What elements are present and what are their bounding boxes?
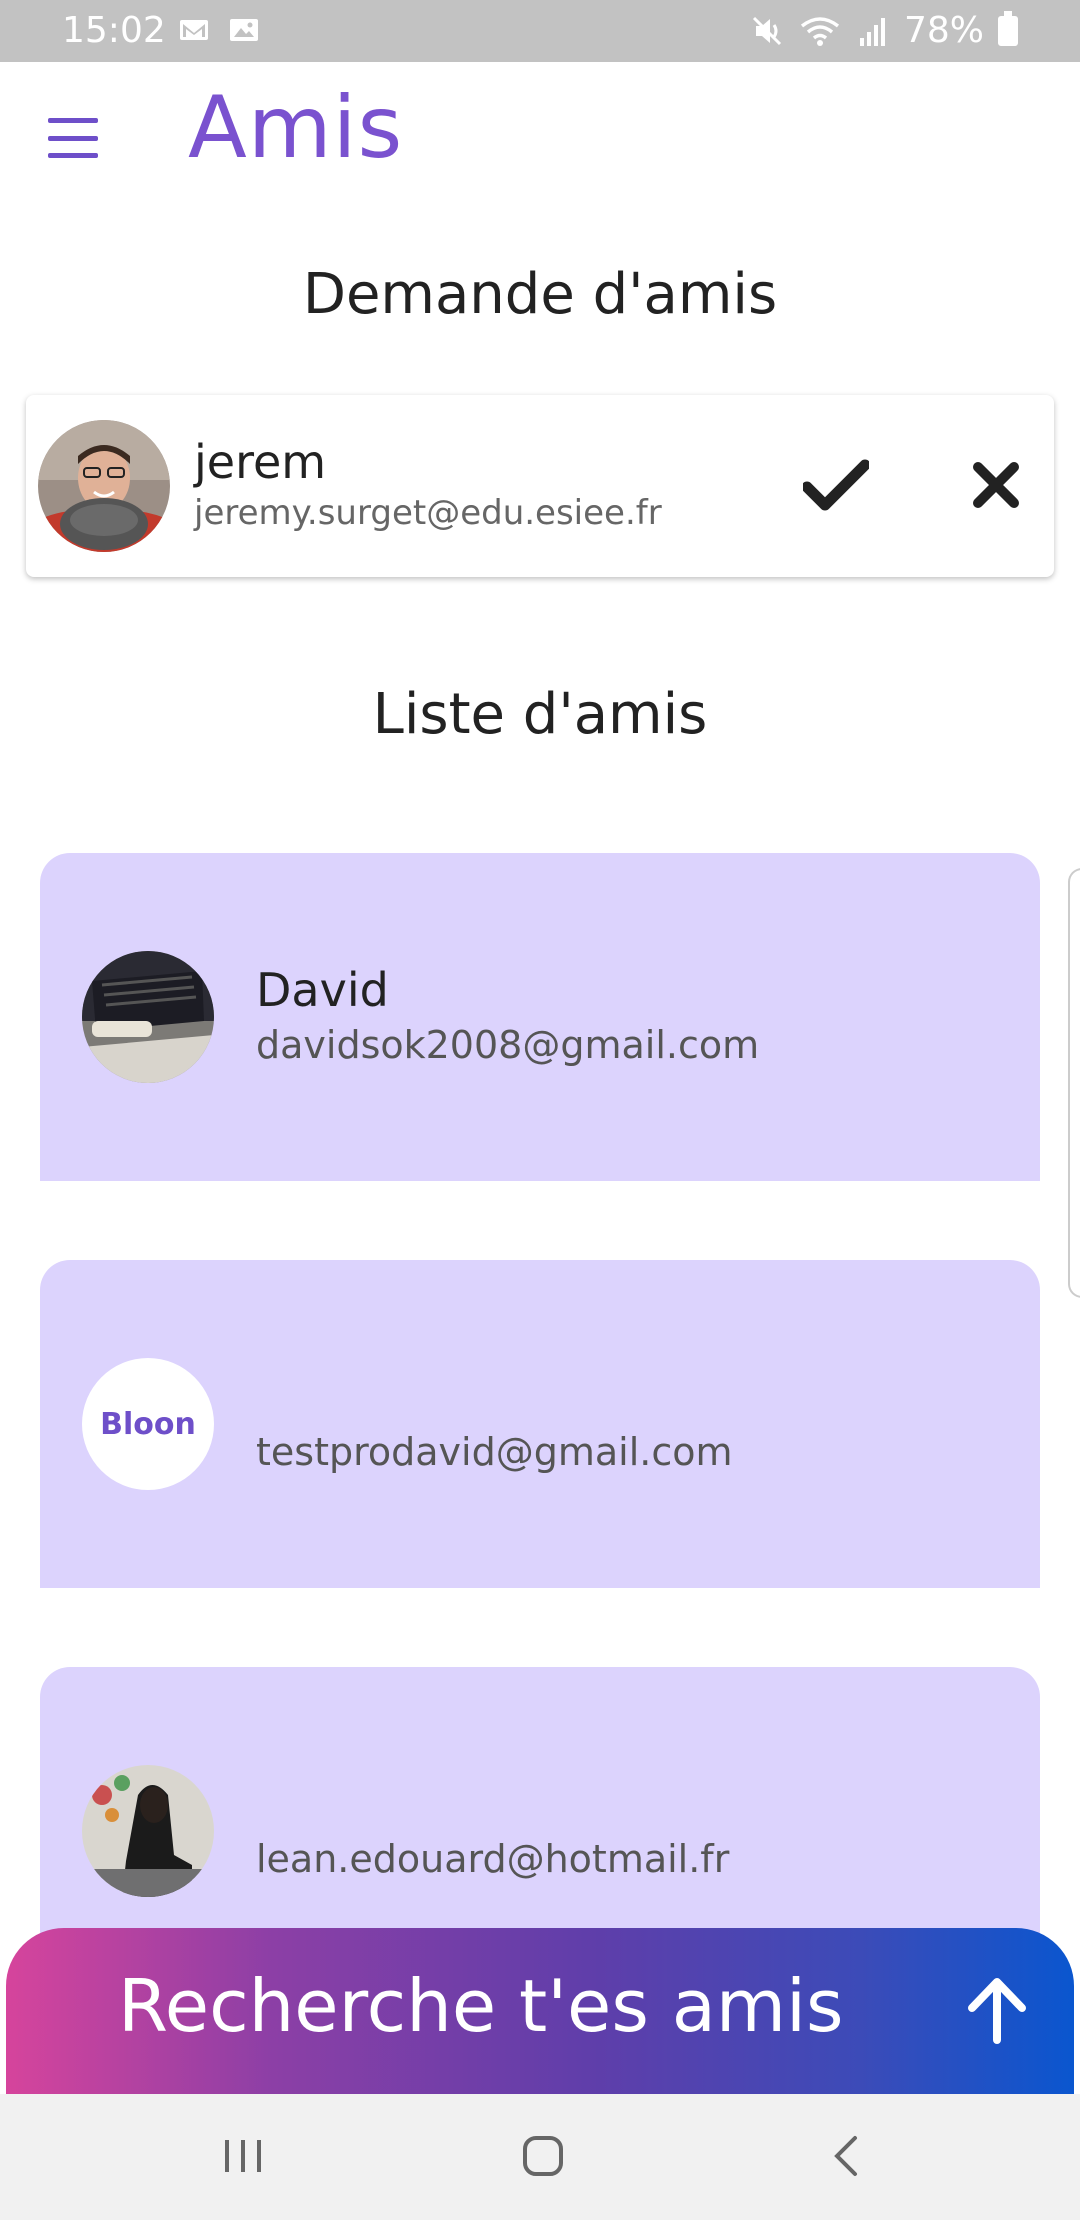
request-name: jerem [194,435,327,489]
avatar: Bloon [82,1358,214,1490]
status-time: 15:02 [62,10,166,51]
decline-request-button[interactable] [961,450,1031,520]
wifi-icon [800,16,840,46]
recents-icon[interactable] [208,2126,278,2186]
friend-item[interactable]: Bloon testprodavid@gmail.com [40,1260,1040,1588]
side-panel-handle[interactable] [1068,868,1080,1298]
avatar [82,1765,214,1897]
avatar [82,951,214,1083]
battery-percent: 78% [903,10,984,51]
friend-item[interactable]: lean.edouard@hotmail.fr [40,1667,1040,1967]
friend-request-card: jerem jeremy.surget@edu.esiee.fr [26,395,1054,577]
friends-title: Liste d'amis [372,682,708,747]
gmail-icon [180,20,208,40]
accept-request-button[interactable] [798,450,874,520]
mute-icon [752,16,782,45]
friend-name: David [256,963,389,1017]
friend-email: davidsok2008@gmail.com [256,1023,760,1067]
requests-title: Demande d'amis [302,262,778,327]
friend-email: testprodavid@gmail.com [256,1430,733,1474]
system-nav-bar [0,2094,1080,2220]
close-icon [973,462,1019,508]
home-icon[interactable] [508,2126,578,2186]
battery-icon [998,10,1018,46]
check-icon [803,459,869,511]
arrow-up-icon[interactable] [966,1976,1028,2044]
friend-email: lean.edouard@hotmail.fr [256,1837,730,1881]
friend-item[interactable]: David davidsok2008@gmail.com [40,853,1040,1181]
request-email: jeremy.surget@edu.esiee.fr [194,493,662,533]
avatar [38,420,170,552]
signal-icon [859,17,885,46]
status-bar: 15:02 78% [0,0,1080,62]
gallery-icon [230,19,258,41]
search-friends-bar[interactable]: Recherche t'es amis [6,1928,1074,2094]
page-title: Amis [188,78,404,178]
status-right: 78% [750,10,1018,51]
search-friends-label: Recherche t'es amis [118,1964,844,2048]
hamburger-menu-icon[interactable] [40,110,106,166]
back-icon[interactable] [812,2126,882,2186]
